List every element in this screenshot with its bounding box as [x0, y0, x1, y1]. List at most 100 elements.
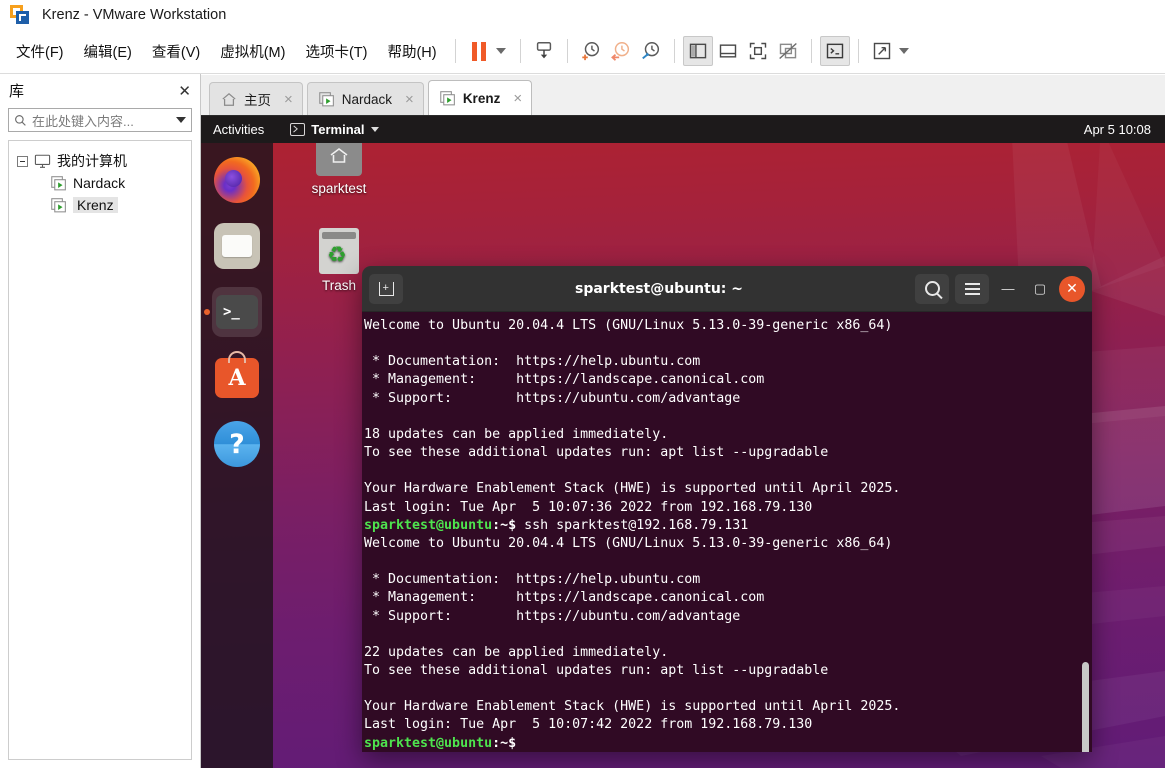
menu-edit[interactable]: 编辑(E) [74, 37, 142, 66]
vm-icon [51, 197, 66, 212]
chevron-down-icon[interactable] [370, 127, 379, 132]
pause-dropdown-caret[interactable] [495, 48, 506, 54]
snapshot-manager-icon[interactable] [636, 36, 666, 66]
sidebar-item-label: Krenz [73, 197, 118, 213]
minimize-button[interactable]: — [995, 276, 1021, 302]
running-indicator [204, 309, 210, 315]
menu-file[interactable]: 文件(F) [6, 37, 74, 66]
tree-item-my-computer[interactable]: 我的计算机 [15, 150, 185, 172]
menu-vm[interactable]: 虚拟机(M) [210, 37, 295, 66]
terminal-window-controls: — ▢ ✕ [915, 273, 1085, 304]
terminal-line: * Management: https://landscape.canonica… [364, 590, 765, 606]
revert-snapshot-icon[interactable] [606, 36, 636, 66]
tab-krenz[interactable]: Krenz × [427, 80, 533, 115]
tab-close-icon[interactable]: × [513, 90, 522, 107]
search-input[interactable]: 在此处键入内容... [8, 108, 192, 132]
send-ctrl-alt-del-icon[interactable] [529, 36, 559, 66]
terminal-line: Your Hardware Enablement Stack (HWE) is … [364, 699, 901, 715]
terminal-prompt-path: :~$ [492, 735, 517, 751]
close-icon[interactable]: ✕ [178, 82, 191, 100]
terminal-line: * Management: https://landscape.canonica… [364, 372, 765, 388]
stretch-guest-icon[interactable] [867, 36, 897, 66]
ubuntu-dock: >_ A ? [201, 143, 273, 768]
terminal-line: Welcome to Ubuntu 20.04.4 LTS (GNU/Linux… [364, 318, 893, 333]
collapse-icon[interactable] [17, 155, 28, 167]
tab-label: 主页 [244, 93, 271, 108]
unity-mode-icon[interactable] [773, 36, 803, 66]
menu-tabs[interactable]: 选项卡(T) [295, 37, 377, 66]
vm-icon [319, 91, 334, 106]
tab-home[interactable]: 主页 × [209, 82, 303, 115]
dock-item-help[interactable]: ? [212, 419, 262, 469]
show-library-icon[interactable] [682, 36, 713, 66]
help-icon: ? [214, 421, 260, 467]
terminal-line: To see these additional updates run: apt… [364, 445, 829, 461]
tree-item-label: 我的计算机 [57, 153, 127, 169]
terminal-prompt-user: sparktest@ubuntu [364, 517, 493, 533]
console-view-icon[interactable] [819, 36, 850, 66]
gnome-topbar: Activities Terminal Apr 5 10:08 [201, 116, 1165, 143]
tab-nardack[interactable]: Nardack × [306, 82, 424, 115]
pause-icon[interactable] [464, 36, 494, 66]
home-icon [222, 92, 236, 106]
terminal-titlebar: + sparktest@ubuntu: ~ — ▢ ✕ [362, 266, 1092, 312]
toolbar-divider [566, 39, 568, 63]
dock-item-terminal[interactable]: >_ [204, 287, 262, 337]
tab-close-icon[interactable]: × [405, 91, 414, 108]
vm-icon [440, 90, 455, 105]
terminal-line: * Documentation: https://help.ubuntu.com [364, 572, 701, 588]
maximize-button[interactable]: ▢ [1027, 276, 1053, 302]
toolbar-divider [857, 39, 859, 63]
dock-item-files[interactable] [212, 221, 262, 271]
dock-item-firefox[interactable] [212, 155, 262, 205]
terminal-line: 18 updates can be applied immediately. [364, 426, 669, 442]
menu-help[interactable]: 帮助(H) [377, 37, 446, 66]
menu-view[interactable]: 查看(V) [142, 37, 210, 66]
menu-button[interactable] [955, 273, 989, 304]
terminal-line: To see these additional updates run: apt… [364, 662, 829, 678]
sidebar-item-label: Nardack [73, 175, 126, 191]
toolbar-divider [519, 39, 521, 63]
activities-button[interactable]: Activities [213, 122, 264, 137]
sidebar-item-krenz[interactable]: Krenz [15, 194, 185, 216]
close-icon[interactable]: ✕ [1059, 275, 1085, 302]
vmware-workstation-window: Krenz - VMware Workstation 文件(F) 编辑(E) 查… [0, 0, 1165, 768]
app-menu-label: Terminal [311, 122, 365, 137]
vm-tabstrip: 主页 × Nardack × Krenz × [201, 75, 1165, 116]
terminal-icon: >_ [216, 295, 258, 329]
dock-item-ubuntu-software[interactable]: A [212, 351, 262, 403]
terminal-output[interactable]: Welcome to Ubuntu 20.04.4 LTS (GNU/Linux… [362, 312, 1092, 752]
toolbar-divider [454, 39, 456, 63]
trash-icon: ♻ [319, 228, 359, 274]
scrollbar-thumb[interactable] [1082, 662, 1089, 752]
tab-close-icon[interactable]: × [284, 91, 293, 108]
terminal-line: * Support: https://ubuntu.com/advantage [364, 390, 741, 406]
desktop-icon-label: sparktest [311, 181, 367, 196]
show-thumbnail-bar-icon[interactable] [713, 36, 743, 66]
tab-label: Nardack [341, 91, 393, 107]
terminal-line: Last login: Tue Apr 5 10:07:42 2022 from… [364, 717, 813, 733]
take-snapshot-icon[interactable] [576, 36, 606, 66]
terminal-line: sparktest@ubuntu:~$ ssh sparktest@192.16… [364, 517, 749, 533]
clock[interactable]: Apr 5 10:08 [1084, 122, 1151, 137]
new-tab-icon[interactable]: + [369, 273, 403, 304]
tab-label: Krenz [462, 90, 501, 106]
terminal-window[interactable]: + sparktest@ubuntu: ~ — ▢ ✕ Welcome to U… [362, 266, 1092, 752]
app-menu[interactable]: Terminal [290, 122, 379, 137]
search-button[interactable] [915, 273, 949, 304]
firefox-icon [214, 157, 260, 203]
stretch-dropdown-caret[interactable] [898, 48, 909, 54]
sidebar-item-nardack[interactable]: Nardack [15, 172, 185, 194]
desktop-icon-sparktest[interactable]: sparktest [294, 130, 384, 196]
library-header: 库 ✕ [0, 74, 200, 103]
hamburger-menu-icon [964, 282, 980, 295]
files-folder-icon [214, 223, 260, 269]
chevron-down-icon[interactable] [176, 117, 186, 123]
full-screen-icon[interactable] [743, 36, 773, 66]
computer-icon [34, 154, 51, 168]
toolbar-divider [673, 39, 675, 63]
